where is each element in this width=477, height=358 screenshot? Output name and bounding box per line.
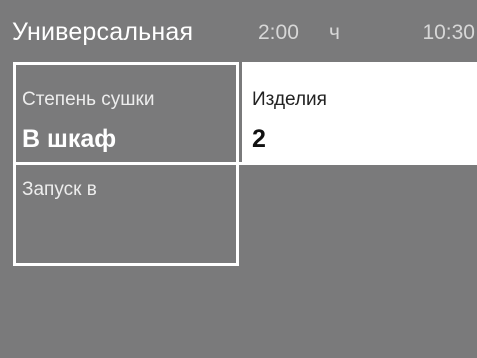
program-duration: 2:00 <box>258 21 299 44</box>
start-at-label: Запуск в <box>22 179 97 200</box>
appliance-display: Универсальная 2:00 ч 10:30 Степень сушки… <box>0 0 477 358</box>
drying-level-label: Степень сушки <box>22 89 155 110</box>
clock-time: 10:30 <box>422 21 475 44</box>
items-setting[interactable]: Изделия 2 <box>242 62 477 165</box>
drying-level-value: В шкаф <box>22 125 117 153</box>
items-label: Изделия <box>252 89 327 110</box>
duration-unit: ч <box>329 21 340 44</box>
items-value: 2 <box>252 125 266 153</box>
settings-divider <box>13 162 242 165</box>
status-header: Универсальная 2:00 ч 10:30 <box>0 0 477 58</box>
program-title: Универсальная <box>12 18 194 46</box>
